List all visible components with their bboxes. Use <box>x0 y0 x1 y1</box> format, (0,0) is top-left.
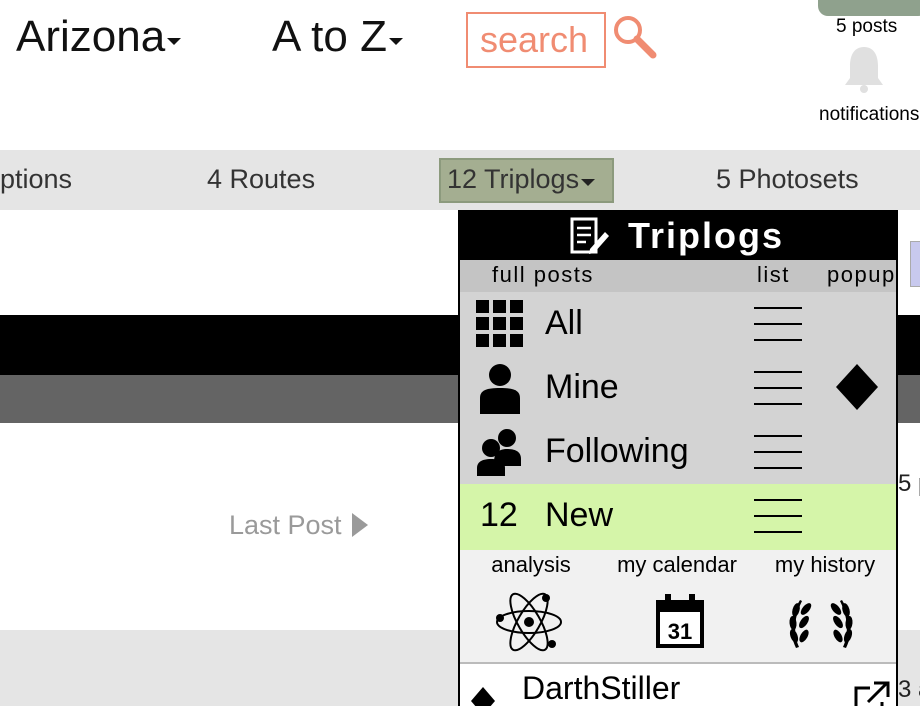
list-icon[interactable] <box>752 430 804 474</box>
latest-triplog-user[interactable]: DarthStiller <box>522 670 680 706</box>
filter-row-all[interactable]: All <box>460 292 896 356</box>
grid-icon <box>476 300 523 347</box>
region-dropdown[interactable]: Arizona <box>16 12 182 62</box>
laurel-icon <box>789 600 853 648</box>
person-icon <box>480 364 520 414</box>
right-text-fragment: 3 a <box>898 676 920 703</box>
analysis-link[interactable]: analysis <box>460 550 606 662</box>
posts-count[interactable]: 5 posts <box>836 16 897 38</box>
filter-row-all-label: All <box>545 304 583 342</box>
calendar-icon: 31 <box>656 594 704 648</box>
tab-descriptions[interactable]: iptions <box>0 164 72 195</box>
filter-row-new[interactable]: 12 New <box>460 484 896 550</box>
atom-icon <box>496 592 562 652</box>
list-icon[interactable] <box>752 302 804 346</box>
filter-row-mine[interactable]: Mine <box>460 356 896 420</box>
col-full-posts: full posts <box>492 262 594 287</box>
search-icon[interactable] <box>612 14 658 60</box>
diamond-icon <box>471 687 495 706</box>
filter-row-following-label: Following <box>545 432 689 470</box>
region-label: Arizona <box>16 12 166 61</box>
last-post-link[interactable]: Last Post <box>229 510 368 541</box>
filter-rows: All Mine Following <box>460 292 896 484</box>
chevron-down-icon <box>581 179 596 187</box>
list-icon[interactable] <box>752 494 804 538</box>
tab-triplogs-label: 12 Triplogs <box>447 164 580 194</box>
col-list: list <box>757 262 790 287</box>
my-history-label: my history <box>774 552 876 577</box>
filter-row-new-label: New <box>545 496 614 534</box>
play-arrow-icon <box>351 512 368 537</box>
chevron-down-icon <box>388 37 403 45</box>
sort-label: A to Z <box>272 12 387 61</box>
triplogs-title: Triplogs <box>628 215 785 256</box>
side-button[interactable] <box>910 241 920 287</box>
chevron-down-icon <box>167 37 182 45</box>
external-link-icon[interactable] <box>852 680 892 706</box>
right-text-fragment: 5 p <box>898 470 920 497</box>
my-calendar-label: my calendar <box>617 552 737 577</box>
column-headers: full posts list popup <box>460 260 896 292</box>
bell-icon[interactable] <box>841 44 887 94</box>
filter-row-following[interactable]: Following <box>460 420 896 484</box>
calendar-day: 31 <box>668 619 692 644</box>
triplogs-dropdown: Triplogs full posts list popup All Mine … <box>458 210 898 706</box>
diamond-icon[interactable] <box>834 362 880 412</box>
notifications-label[interactable]: notifications <box>819 104 919 126</box>
notepad-icon <box>570 217 609 254</box>
last-post-label: Last Post <box>229 510 342 540</box>
triplogs-header: Triplogs <box>460 212 896 260</box>
latest-triplog-item[interactable]: DarthStiller <box>460 664 896 706</box>
tab-photosets[interactable]: 5 Photosets <box>716 164 859 195</box>
col-popup: popup <box>827 262 896 287</box>
list-icon[interactable] <box>752 366 804 410</box>
tools-section: analysis my calendar 31 my history <box>460 550 896 662</box>
sort-dropdown[interactable]: A to Z <box>272 12 403 62</box>
tab-routes[interactable]: 4 Routes <box>207 164 315 195</box>
my-calendar-link[interactable]: my calendar 31 <box>602 550 752 662</box>
people-icon <box>477 429 521 476</box>
posts-pill[interactable] <box>818 0 920 16</box>
filter-row-mine-label: Mine <box>545 368 619 406</box>
search-input[interactable]: search <box>466 12 606 68</box>
my-history-link[interactable]: my history <box>750 550 896 662</box>
new-count: 12 <box>480 496 518 534</box>
analysis-label: analysis <box>491 552 571 577</box>
tab-triplogs[interactable]: 12 Triplogs <box>447 164 596 195</box>
